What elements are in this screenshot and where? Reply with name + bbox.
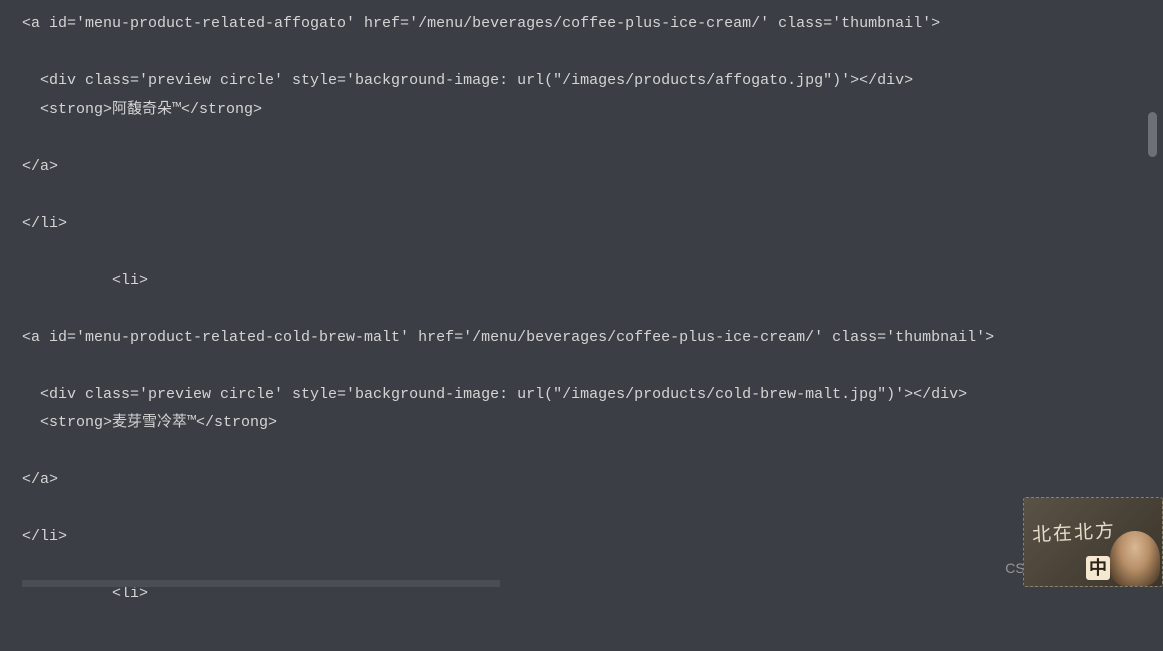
avatar-caption: 北在北方 (1031, 514, 1117, 554)
avatar-badge: 北在北方 中 (1023, 497, 1163, 587)
avatar-face-icon (1110, 531, 1160, 586)
scrollbar-thumb[interactable] (1148, 112, 1157, 157)
code-content: <a id='menu-product-related-affogato' hr… (22, 15, 994, 602)
code-block[interactable]: <a id='menu-product-related-affogato' hr… (10, 10, 1163, 609)
horizontal-scrollbar[interactable] (22, 580, 500, 587)
avatar-badge-char: 中 (1086, 556, 1110, 580)
